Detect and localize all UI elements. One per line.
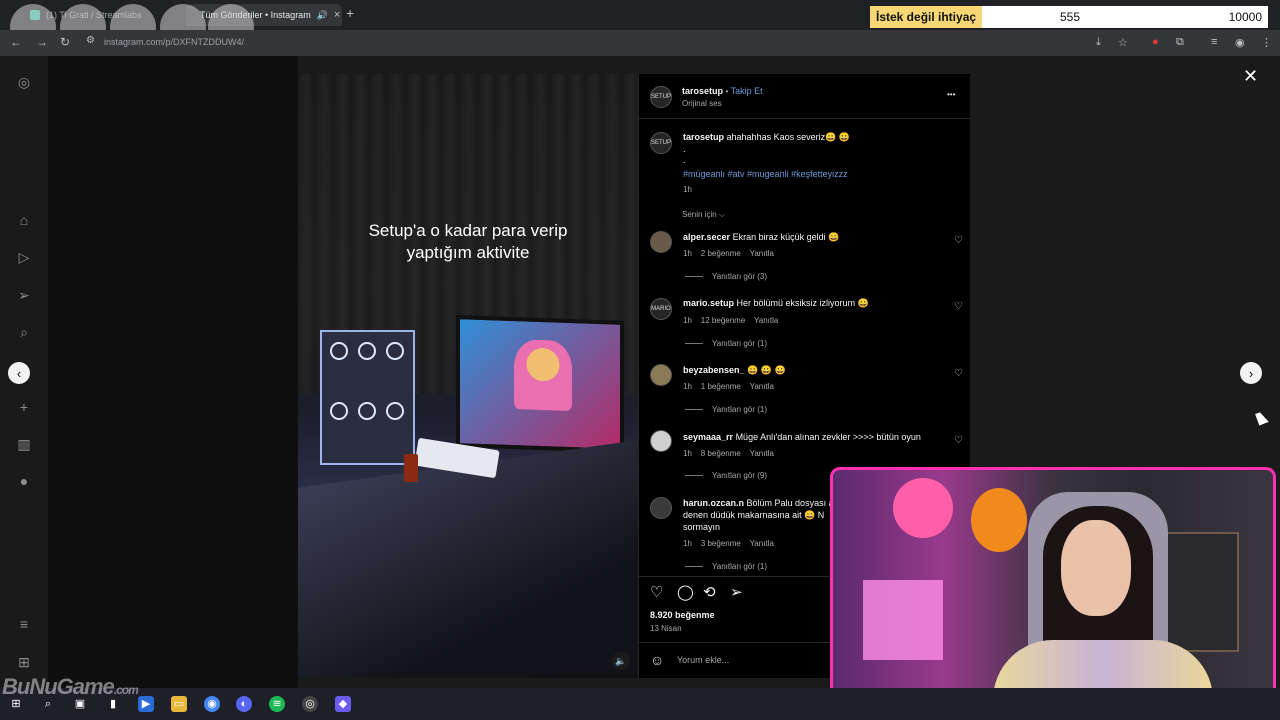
caption-avatar[interactable]: SETUP — [650, 132, 672, 154]
post-header: tarosetup • Takip Et — [682, 86, 763, 96]
extension-red-icon[interactable]: ● — [1152, 36, 1159, 48]
forward-icon[interactable]: → — [36, 35, 48, 49]
chrome-icon[interactable]: ◉ — [204, 696, 220, 712]
caption: tarosetup ahahahhas Kaos severiz😀 😀 — [683, 132, 851, 142]
watermark: BuNuGame.com — [2, 674, 139, 699]
instagram-icon[interactable]: ◎ — [16, 74, 32, 90]
comment-meta: 1h 12 beğenme Yanıtla — [683, 316, 779, 325]
reload-icon[interactable]: ↻ — [60, 35, 70, 49]
goal-target: 10000 — [1228, 10, 1262, 24]
commenter-avatar[interactable] — [650, 231, 672, 253]
comment-like-icon[interactable]: ♡ — [954, 301, 963, 312]
follow-button[interactable]: Takip Et — [731, 86, 763, 96]
view-replies-button[interactable]: Yanıtları gör (1) — [685, 405, 767, 414]
hashtags[interactable]: #mügeanlı #atv #mugeanli #keşfetteyizzz — [683, 169, 848, 179]
repost-icon[interactable]: ⟲ — [703, 583, 716, 601]
view-replies-button[interactable]: Yanıtları gör (1) — [685, 339, 767, 348]
back-icon[interactable]: ← — [10, 35, 22, 49]
next-post-button[interactable]: › — [1240, 362, 1262, 384]
video-caption: Setup'a o kadar para verip yaptığım akti… — [368, 221, 568, 262]
post-date: 13 Nisan — [650, 624, 682, 633]
likes-count[interactable]: 8.920 beğenme — [650, 610, 715, 620]
neon-lamp — [863, 580, 943, 660]
comment: seymaaa_rr Müge Anlı'dan alınan zevkler … — [683, 432, 921, 442]
url-field[interactable]: instagram.com/p/DXFNTZDDUW4/ — [104, 37, 244, 47]
profile-avatar-icon[interactable]: ◉ — [1235, 36, 1245, 49]
desk — [298, 440, 638, 678]
address-bar: ← → ↻ ⚙ instagram.com/p/DXFNTZDDUW4/ ⤓ ☆… — [0, 30, 1280, 56]
pc-case — [320, 330, 415, 465]
comment: harun.ozcan.n Bölüm Palu dosyası a — [683, 498, 834, 508]
caption-time: 1h — [683, 185, 692, 194]
comment-like-icon[interactable]: ♡ — [954, 368, 963, 379]
comment: beyzabensen_ 😀 😀 😀 — [683, 365, 786, 375]
comment-input[interactable]: Yorum ekle... — [677, 655, 729, 665]
send-icon[interactable]: ➢ — [16, 287, 32, 303]
profile-icon[interactable]: ● — [16, 473, 32, 489]
comment-meta: 1h 1 beğenme Yanıtla — [683, 382, 774, 391]
author-name[interactable]: tarosetup — [682, 86, 723, 96]
app-icon[interactable]: ◆ — [335, 696, 351, 712]
header-divider — [639, 118, 971, 119]
comment-like-icon[interactable]: ♡ — [954, 435, 963, 446]
goal-label: İstek değil ihtiyaç — [870, 6, 983, 28]
bookmark-star-icon[interactable]: ☆ — [1118, 36, 1128, 49]
tea-glass — [404, 454, 418, 482]
menu-icon[interactable]: ≡ — [16, 616, 32, 632]
share-icon[interactable]: ➢ — [730, 583, 743, 601]
emoji-icon[interactable]: ☺ — [650, 652, 664, 668]
reel-video[interactable]: Setup'a o kadar para verip yaptığım akti… — [298, 74, 638, 678]
windows-taskbar: ⊞ ⌕ ▣ ▮ ▶ ▭ ◉ ◐ ≋ ◎ ◆ — [0, 688, 1280, 720]
commenter-avatar[interactable] — [650, 430, 672, 452]
obs-icon[interactable]: ◎ — [302, 696, 318, 712]
browser-menu-icon[interactable]: ⋮ — [1261, 36, 1272, 49]
winnie-plush — [971, 488, 1027, 552]
site-info-icon[interactable]: ⚙ — [86, 35, 95, 46]
extensions-icon[interactable]: ⧉ — [1176, 36, 1184, 49]
folder-icon[interactable]: ▭ — [171, 696, 187, 712]
zoom-icon[interactable]: ▶ — [138, 696, 154, 712]
commenter-avatar[interactable]: MARIO — [650, 298, 672, 320]
pink-plush — [893, 478, 953, 538]
view-replies-button[interactable]: Yanıtları gör (1) — [685, 562, 767, 571]
media-control-icon[interactable]: ≡ — [1211, 36, 1217, 48]
commenter-avatar[interactable] — [650, 364, 672, 386]
like-icon[interactable]: ♡ — [650, 583, 663, 601]
install-app-icon[interactable]: ⤓ — [1096, 36, 1101, 49]
author-avatar[interactable]: SETUP — [650, 86, 672, 108]
discord-icon[interactable]: ◐ — [236, 696, 252, 712]
search-icon[interactable]: ⌕ — [16, 324, 32, 340]
comment-icon[interactable]: ◯ — [677, 583, 694, 601]
close-tab-icon[interactable]: × — [334, 9, 340, 21]
monitor — [456, 315, 624, 453]
comment-sort-dropdown[interactable]: Senin için ⌵ — [682, 210, 725, 220]
dimmed-feed — [48, 56, 298, 688]
apps-icon[interactable]: ⊞ — [16, 654, 32, 670]
new-tab-button[interactable]: + — [346, 5, 354, 21]
comment-like-icon[interactable]: ♡ — [954, 235, 963, 246]
mute-icon[interactable]: 🔈 — [612, 652, 630, 670]
reels-icon[interactable]: ▷ — [16, 249, 32, 265]
home-icon[interactable]: ⌂ — [16, 212, 32, 228]
spotify-icon[interactable]: ≋ — [269, 696, 285, 712]
comment-meta: 1h 2 beğenme Yanıtla — [683, 249, 774, 258]
streamer-face — [1061, 520, 1131, 616]
view-replies-button[interactable]: Yanıtları gör (9) — [685, 471, 767, 480]
webcam-overlay — [830, 467, 1276, 717]
comment: alper.secer Ekran biraz küçük geldi 😀 — [683, 232, 840, 242]
commenter-avatar[interactable] — [650, 497, 672, 519]
more-options-icon[interactable]: ••• — [947, 90, 955, 99]
comment-meta: 1h 3 beğenme Yanıtla — [683, 539, 774, 548]
goal-current: 555 — [1060, 10, 1081, 24]
view-replies-button[interactable]: Yanıtları gör (3) — [685, 272, 767, 281]
audio-label[interactable]: Orijinal ses — [682, 99, 722, 108]
dashboard-icon[interactable]: ▥ — [16, 436, 32, 452]
previous-post-button[interactable]: ‹ — [8, 362, 30, 384]
close-post-icon[interactable]: ✕ — [1243, 66, 1258, 87]
comment-meta: 1h 8 beğenme Yanıtla — [683, 449, 774, 458]
donation-goal-overlay: İstek değil ihtiyaç 555 10000 — [870, 6, 1268, 28]
speaker-icon[interactable]: 🔊 — [317, 10, 328, 21]
create-icon[interactable]: + — [16, 399, 32, 415]
comment: mario.setup Her bölümü eksiksiz izliyoru… — [683, 298, 869, 308]
